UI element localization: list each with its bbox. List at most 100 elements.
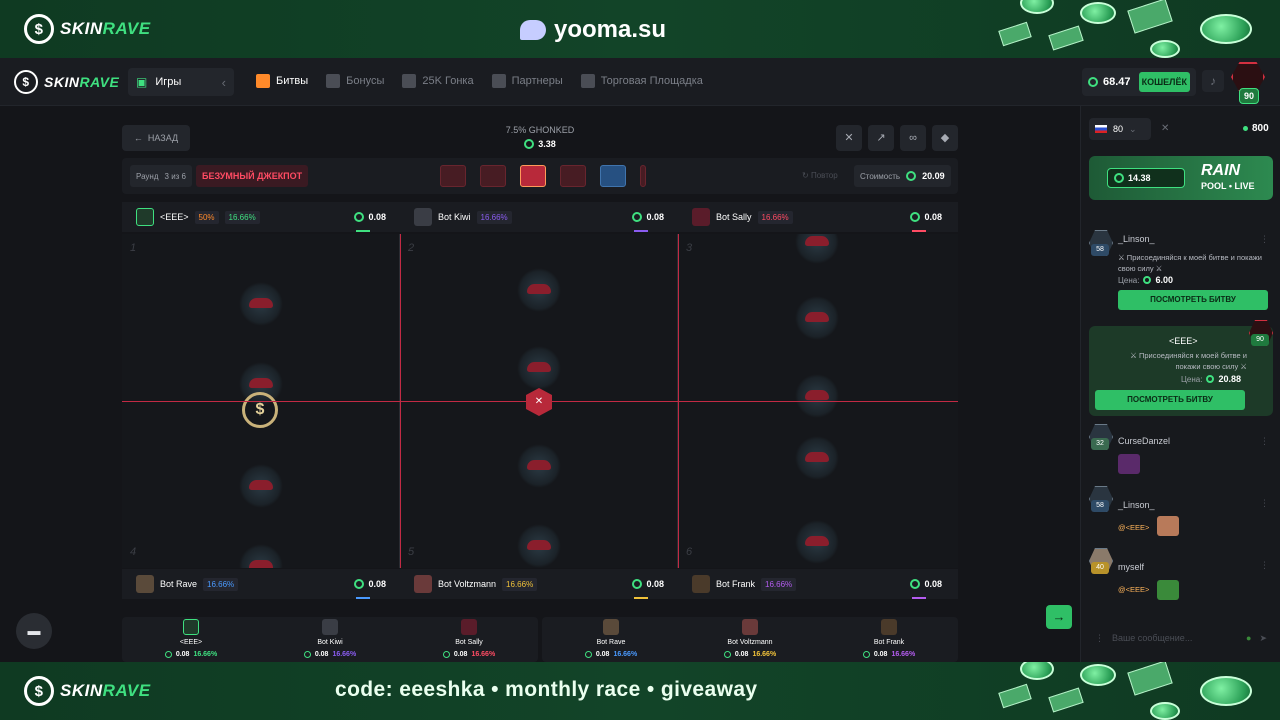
username[interactable]: _Linson_	[1118, 500, 1155, 510]
view-battle-button[interactable]: ПОСМОТРЕТЬ БИТВУ	[1118, 290, 1268, 310]
back-label: НАЗАД	[147, 133, 179, 143]
message-text: ⚔ Присоединяйся к моей битве и покажи св…	[1130, 351, 1247, 371]
username[interactable]: CurseDanzel	[1118, 436, 1170, 446]
coin-icon	[164, 651, 172, 658]
coin-icon	[1206, 375, 1215, 383]
chat-message: 58 _Linson_ ⋮ @<EEE>	[1089, 486, 1273, 540]
gonked-label: 7.5% GHONKED	[505, 125, 575, 135]
rain-value: 14.38	[1128, 173, 1151, 183]
gift-icon	[326, 74, 341, 88]
username[interactable]: myself	[1118, 562, 1144, 572]
coin-icon	[723, 651, 731, 658]
arrow-right-icon[interactable]: →	[1046, 605, 1072, 629]
view-battle-button[interactable]: ПОСМОТРЕТЬ БИТВУ	[1095, 390, 1245, 410]
games-label: Игры	[155, 76, 182, 88]
cost-label: Стоимость	[860, 171, 901, 181]
nav-label: Торговая Площадка	[600, 75, 703, 87]
player-avatar	[603, 619, 619, 635]
player-amount: 0.08	[734, 651, 749, 658]
user-level-badge: 90	[1239, 88, 1259, 104]
coin-icon	[906, 171, 917, 181]
player-slot[interactable]: Bot Frank 16.66% 0.08	[678, 569, 956, 599]
mute-icon[interactable]: ✕	[1161, 123, 1169, 134]
online-value: 800	[1252, 123, 1269, 134]
cost-box: Стоимость 20.09	[854, 165, 951, 187]
gamepad-icon: ▣	[136, 75, 148, 89]
more-options-icon[interactable]: ⋮	[1260, 234, 1269, 245]
player-avatar	[461, 619, 477, 635]
repeat-label: Повтор	[810, 171, 838, 180]
more-options-icon[interactable]: ⋮	[1095, 633, 1104, 644]
user-level-badge: 32	[1091, 438, 1109, 450]
round-indicator: Раунд 3 из 6	[130, 165, 192, 187]
player-color-bar	[912, 597, 926, 599]
chat-room-selector[interactable]: 80 ⌄	[1089, 118, 1151, 140]
coin-icon	[910, 212, 921, 222]
support-chat-icon[interactable]: ▬	[16, 613, 52, 649]
chevron-down-icon: ⌄	[1129, 123, 1137, 134]
column-divider	[678, 234, 679, 568]
shield-icon[interactable]: ◆	[932, 125, 958, 151]
player-name: Bot Sally	[716, 212, 752, 222]
player-amount: 0.08	[646, 212, 664, 222]
item-slot	[517, 524, 561, 568]
player-slot[interactable]: Bot Voltzmann 16.66% 0.08	[400, 569, 678, 599]
item-slot	[517, 268, 561, 312]
message-input[interactable]: Ваше сообщение...	[1112, 633, 1238, 643]
nav-item-bonuses[interactable]: Бонусы	[326, 74, 384, 88]
player-slot[interactable]: Bot Sally 16.66% 0.08	[678, 202, 956, 232]
chat-panel: 80 ⌄ ✕ 800 14.38 RAIN POOL • LIVE 58 _Li…	[1080, 106, 1280, 662]
more-options-icon[interactable]: ⋮	[1260, 436, 1269, 447]
player-name: Bot Frank	[716, 579, 756, 589]
chat-input-bar: ⋮ Ваше сообщение... ● ➤	[1089, 624, 1273, 652]
case-thumbnail	[640, 165, 646, 187]
send-icon[interactable]: ➤	[1259, 633, 1267, 644]
games-menu-button[interactable]: ▣ Игры ‹	[128, 68, 234, 96]
player-slot[interactable]: Bot Rave 16.66% 0.08	[122, 569, 400, 599]
bell-icon[interactable]: ♪	[1202, 70, 1224, 92]
player-amount: 0.08	[873, 651, 888, 658]
bottom-players-row: Bot Rave 16.66% 0.08 Bot Voltzmann 16.66…	[122, 569, 958, 599]
summary-player: Bot Frank 0.08 16.66%	[820, 617, 958, 662]
stream-promo-text: code: eeeshka • monthly race • giveaway	[335, 678, 758, 701]
nav-label: Бонусы	[346, 75, 385, 87]
share-icon[interactable]: ↗	[868, 125, 894, 151]
coin-icon	[524, 139, 535, 149]
stream-top-banner: $ SKINRAVE yooma.su	[0, 0, 1280, 58]
nav-item-battles[interactable]: Битвы	[256, 74, 308, 88]
case-thumbnail-current	[520, 165, 546, 187]
link-icon[interactable]: ∞	[900, 125, 926, 151]
repeat-button[interactable]: ↻ Повтор	[802, 171, 838, 180]
player-avatar	[414, 208, 432, 226]
emoji-icon[interactable]: ●	[1246, 633, 1251, 643]
player-avatar	[742, 619, 758, 635]
player-slot[interactable]: Bot Kiwi 16.66% 0.08	[400, 202, 678, 232]
more-options-icon[interactable]: ⋮	[1260, 560, 1269, 571]
back-button[interactable]: ← НАЗАД	[122, 125, 190, 151]
coin-icon	[632, 579, 643, 589]
coin-icon	[1143, 276, 1152, 284]
username[interactable]: <EEE>	[1169, 336, 1198, 346]
case-thumbnail	[560, 165, 586, 187]
rain-pool-banner[interactable]: 14.38 RAIN POOL • LIVE	[1089, 156, 1273, 200]
player-slot[interactable]: <EEE> 50% 16.66% 0.08	[122, 202, 400, 232]
wallet-button[interactable]: КОШЕЛЁК	[1138, 72, 1190, 92]
more-options-icon[interactable]: ⋮	[1260, 498, 1269, 509]
coins-decoration	[980, 0, 1280, 58]
summary-team-right: Bot Rave 0.08 16.66% Bot Voltzmann 0.08 16…	[542, 617, 958, 662]
nav-label: 25K Гонка	[422, 75, 474, 87]
site-logo[interactable]: $ SKINRAVE	[14, 70, 119, 94]
player-share: 16.66%	[757, 210, 793, 224]
user-level-badge: 40	[1091, 562, 1109, 574]
mute-sound-icon[interactable]: ✕	[836, 125, 862, 151]
item-slot	[795, 374, 839, 418]
summary-player: Bot Sally 0.08 16.66%	[400, 617, 538, 662]
player-color-bar	[356, 597, 370, 599]
username[interactable]: _Linson_	[1118, 234, 1155, 244]
user-avatar[interactable]: 90	[1231, 62, 1267, 104]
user-level-badge: 90	[1251, 334, 1269, 346]
nav-item-partners[interactable]: Партнеры	[491, 74, 563, 88]
nav-item-race[interactable]: 25K Гонка	[402, 74, 474, 88]
site-header: $ SKINRAVE ▣ Игры ‹ Битвы Бонусы 25K Гон…	[0, 58, 1280, 106]
nav-item-marketplace[interactable]: Торговая Площадка	[580, 74, 703, 88]
